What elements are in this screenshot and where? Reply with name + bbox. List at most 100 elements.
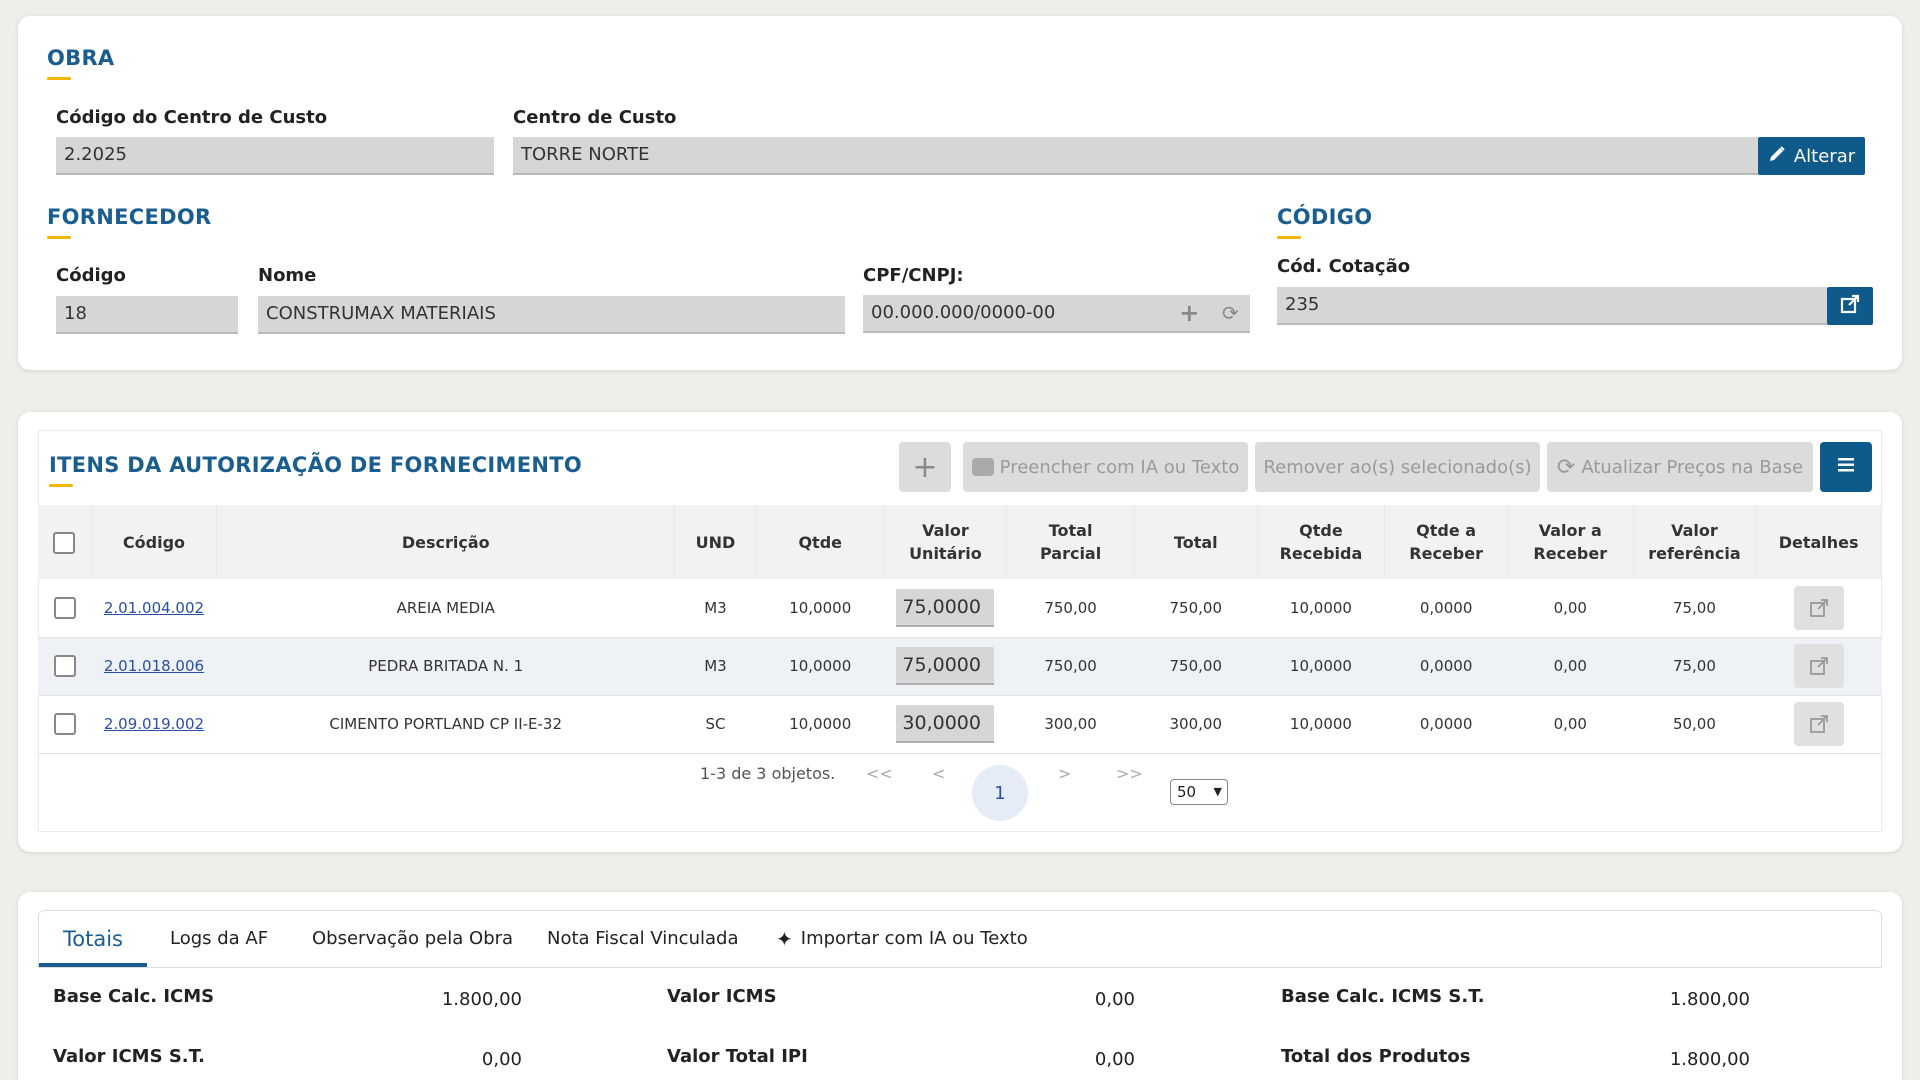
add-item-button[interactable]: +: [899, 442, 951, 492]
row-checkbox[interactable]: [53, 596, 76, 619]
item-code-link[interactable]: 2.01.004.002: [104, 599, 204, 617]
item-total: 300,00: [1134, 695, 1258, 754]
col-header[interactable]: Detalhes: [1755, 505, 1882, 579]
item-total-parcial: 750,00: [1006, 579, 1135, 638]
col-header[interactable]: Total Parcial: [1006, 505, 1135, 579]
item-descricao: PEDRA BRITADA N. 1: [216, 637, 675, 696]
fornecedor-codigo-field[interactable]: 18: [56, 296, 238, 334]
item-qtde-recebida: 10,0000: [1257, 579, 1385, 638]
remover-selecionados-button[interactable]: Remover ao(s) selecionado(s): [1255, 442, 1540, 492]
page-size-value: 50: [1177, 783, 1197, 801]
item-qtde-recebida: 10,0000: [1257, 695, 1385, 754]
fornecedor-codigo-label: Código: [56, 265, 126, 286]
item-descricao: CIMENTO PORTLAND CP II-E-32: [216, 695, 675, 754]
tab-logs-af[interactable]: Logs da AF: [170, 911, 268, 967]
totais-value: 0,00: [481, 1049, 522, 1070]
plus-icon[interactable]: +: [1179, 301, 1199, 325]
col-header[interactable]: Valor Unitário: [884, 505, 1008, 579]
item-code-link[interactable]: 2.09.019.002: [104, 715, 204, 733]
item-qtde: 10,0000: [756, 579, 885, 638]
prev-page-button[interactable]: <: [932, 764, 945, 783]
external-link-icon: [1809, 598, 1828, 617]
atualizar-precos-button[interactable]: ⟳ Atualizar Preços na Base: [1547, 442, 1813, 492]
table-header-row: Código Descrição UND Qtde Valor Unitário …: [38, 505, 1882, 579]
row-select[interactable]: [38, 579, 92, 638]
detalhes-button[interactable]: [1793, 702, 1844, 746]
robot-icon: [971, 458, 994, 476]
item-qtde: 10,0000: [756, 695, 885, 754]
alterar-button[interactable]: Alterar: [1758, 137, 1865, 175]
tab-bar: Totais Logs da AF Observação pela Obra N…: [38, 910, 1882, 968]
chevron-down-icon: ▼: [1213, 785, 1222, 798]
row-checkbox[interactable]: [53, 655, 76, 677]
item-und: SC: [674, 695, 757, 754]
row-select[interactable]: [38, 637, 92, 696]
cod-cotacao-label: Cód. Cotação: [1277, 256, 1411, 277]
col-header[interactable]: Qtde Recebida: [1257, 505, 1386, 579]
codigo-centro-custo-field[interactable]: 2.2025: [56, 137, 494, 175]
itens-table: Código Descrição UND Qtde Valor Unitário …: [38, 505, 1882, 754]
tab-importar-ia[interactable]: ✦ Importar com IA ou Texto: [776, 911, 1028, 967]
valor-unitario-input[interactable]: 75,0000: [896, 647, 995, 685]
totais-label: Valor ICMS: [667, 986, 777, 1007]
open-cotacao-button[interactable]: [1827, 287, 1873, 325]
detalhes-button[interactable]: [1793, 585, 1844, 630]
col-header[interactable]: Valor a Receber: [1507, 505, 1634, 579]
fornecedor-nome-label: Nome: [258, 265, 317, 286]
col-header[interactable]: Valor referência: [1633, 505, 1757, 579]
item-qtde-a-receber: 0,0000: [1384, 695, 1508, 754]
tab-observacao-obra[interactable]: Observação pela Obra: [312, 911, 513, 967]
item-qtde-a-receber: 0,0000: [1384, 637, 1508, 696]
preencher-ia-button[interactable]: Preencher com IA ou Texto: [963, 442, 1248, 492]
refresh-icon[interactable]: ⟳: [1222, 303, 1239, 323]
col-header[interactable]: UND: [674, 505, 757, 579]
totais-value: 1.800,00: [1669, 989, 1750, 1010]
totais-label: Valor Total IPI: [667, 1046, 808, 1067]
select-all-header[interactable]: [38, 505, 92, 579]
valor-unitario-input[interactable]: 75,0000: [896, 588, 995, 627]
pagination-summary: 1-3 de 3 objetos.: [700, 764, 836, 783]
totais-label: Base Calc. ICMS S.T.: [1281, 986, 1485, 1007]
cpf-cnpj-label: CPF/CNPJ:: [863, 265, 964, 286]
centro-custo-field[interactable]: TORRE NORTE: [513, 137, 1758, 175]
tab-importar-ia-label: Importar com IA ou Texto: [800, 928, 1028, 949]
tab-nota-fiscal[interactable]: Nota Fiscal Vinculada: [547, 911, 738, 967]
col-header[interactable]: Qtde: [756, 505, 885, 579]
codigo-centro-custo-label: Código do Centro de Custo: [56, 107, 328, 128]
current-page-button[interactable]: 1: [972, 765, 1028, 821]
col-header[interactable]: Qtde a Receber: [1384, 505, 1508, 579]
first-page-button[interactable]: <<: [866, 764, 893, 783]
totais-label: Total dos Produtos: [1281, 1046, 1471, 1067]
last-page-button[interactable]: >>: [1116, 764, 1143, 783]
refresh-icon: ⟳: [1556, 454, 1576, 480]
page-size-select[interactable]: 50 ▼: [1170, 779, 1228, 805]
plus-icon: +: [912, 449, 938, 485]
next-page-button[interactable]: >: [1058, 764, 1071, 783]
tab-totais[interactable]: Totais: [39, 911, 147, 967]
fornecedor-nome-field[interactable]: CONSTRUMAX MATERIAIS: [258, 296, 845, 334]
totais-label: Base Calc. ICMS: [53, 986, 215, 1007]
item-qtde: 10,0000: [756, 637, 885, 696]
select-all-checkbox[interactable]: [53, 531, 76, 554]
item-und: M3: [674, 637, 757, 696]
sparkle-icon: ✦: [776, 927, 793, 951]
row-checkbox[interactable]: [53, 713, 76, 735]
col-header[interactable]: Total: [1134, 505, 1258, 579]
item-total-parcial: 750,00: [1006, 637, 1135, 696]
col-header[interactable]: Código: [91, 505, 218, 579]
totais-label: Valor ICMS S.T.: [53, 1046, 206, 1067]
item-total: 750,00: [1134, 579, 1258, 638]
valor-unitario-input[interactable]: 30,0000: [896, 705, 995, 743]
row-select[interactable]: [38, 695, 92, 754]
item-valor-referencia: 75,00: [1633, 579, 1756, 638]
detalhes-button[interactable]: [1793, 644, 1844, 688]
table-row: 2.09.019.002 CIMENTO PORTLAND CP II-E-32…: [38, 695, 1882, 754]
columns-menu-button[interactable]: [1820, 442, 1872, 492]
remover-label: Remover ao(s) selecionado(s): [1263, 456, 1532, 478]
cod-cotacao-field[interactable]: 235: [1277, 287, 1827, 325]
cpf-actions: + ⟳: [1168, 295, 1250, 333]
item-code-link[interactable]: 2.01.018.006: [104, 657, 204, 675]
item-valor-a-receber: 0,00: [1507, 637, 1634, 696]
col-header[interactable]: Descrição: [216, 505, 676, 579]
cpf-cnpj-field[interactable]: 00.000.000/0000-00: [863, 295, 1168, 333]
